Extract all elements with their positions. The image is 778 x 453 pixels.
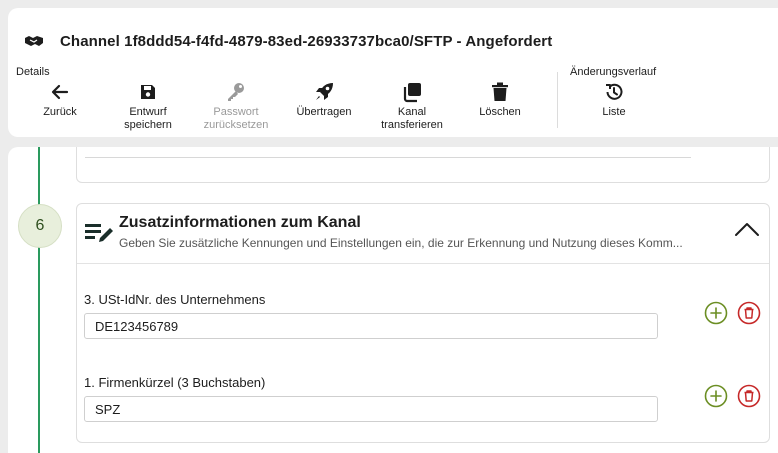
- delete-button[interactable]: Löschen: [474, 80, 526, 119]
- plus-circle-icon: [704, 384, 728, 408]
- plus-circle-icon: [704, 301, 728, 325]
- remove-vat-id-button[interactable]: [737, 301, 761, 325]
- collapse-chevron-up-icon[interactable]: [733, 220, 761, 240]
- handshake-icon: [24, 33, 46, 49]
- history-list-label: Liste: [602, 106, 626, 118]
- save-draft-button[interactable]: Entwurf speichern: [118, 80, 178, 132]
- floppy-disk-icon: [139, 80, 157, 104]
- stepper-line: [38, 147, 40, 453]
- section-panel: Zusatzinformationen zum Kanal Geben Sie …: [76, 203, 770, 443]
- previous-section-divider: [85, 157, 691, 158]
- reset-password-label-2: zurücksetzen: [203, 119, 269, 131]
- save-draft-label-1: Entwurf: [129, 106, 167, 118]
- transfer-label-2: transferieren: [381, 119, 443, 131]
- step-indicator[interactable]: 6: [18, 204, 62, 248]
- transmit-button[interactable]: Übertragen: [292, 80, 356, 119]
- history-group-label: Änderungsverlauf: [570, 66, 657, 78]
- previous-section-panel: [76, 147, 770, 183]
- history-list-button[interactable]: Liste: [594, 80, 634, 119]
- copy-icon: [401, 80, 423, 104]
- trash-circle-icon: [737, 384, 761, 408]
- section-title: Zusatzinformationen zum Kanal: [119, 214, 361, 231]
- toolbar-divider: [557, 72, 558, 128]
- content-card: 6 Zusatzinformationen zum Kanal Geben Si…: [8, 147, 778, 453]
- back-button[interactable]: Zurück: [36, 80, 84, 119]
- rocket-icon: [313, 80, 335, 104]
- key-icon: [225, 80, 247, 104]
- delete-label: Löschen: [479, 106, 521, 118]
- details-group-label: Details: [16, 66, 50, 78]
- remove-company-code-button[interactable]: [737, 384, 761, 408]
- edit-note-icon: [85, 221, 115, 245]
- section-description: Geben Sie zusätzliche Kennungen und Eins…: [119, 236, 683, 250]
- trash-circle-icon: [737, 301, 761, 325]
- page-title: Channel 1f8ddd54-f4fd-4879-83ed-26933737…: [60, 32, 553, 50]
- back-button-label: Zurück: [43, 106, 77, 118]
- transfer-channel-button[interactable]: Kanal transferieren: [378, 80, 446, 132]
- section-divider: [77, 263, 769, 264]
- reset-password-label-1: Passwort: [213, 106, 259, 118]
- company-code-label: 1. Firmenkürzel (3 Buchstaben): [84, 375, 266, 390]
- transfer-label-1: Kanal: [397, 106, 427, 118]
- save-draft-label-2: speichern: [124, 119, 172, 131]
- add-vat-id-button[interactable]: [704, 301, 728, 325]
- add-company-code-button[interactable]: [704, 384, 728, 408]
- header-card: Channel 1f8ddd54-f4fd-4879-83ed-26933737…: [8, 8, 778, 137]
- vat-id-label: 3. USt-IdNr. des Unternehmens: [84, 292, 266, 307]
- reset-password-button[interactable]: Passwort zurücksetzen: [198, 80, 274, 132]
- title-row: Channel 1f8ddd54-f4fd-4879-83ed-26933737…: [24, 24, 552, 58]
- arrow-left-icon: [50, 80, 70, 104]
- trash-icon: [490, 80, 510, 104]
- company-code-input[interactable]: [84, 396, 658, 422]
- transmit-label: Übertragen: [296, 106, 352, 118]
- vat-id-input[interactable]: [84, 313, 658, 339]
- history-icon: [603, 80, 625, 104]
